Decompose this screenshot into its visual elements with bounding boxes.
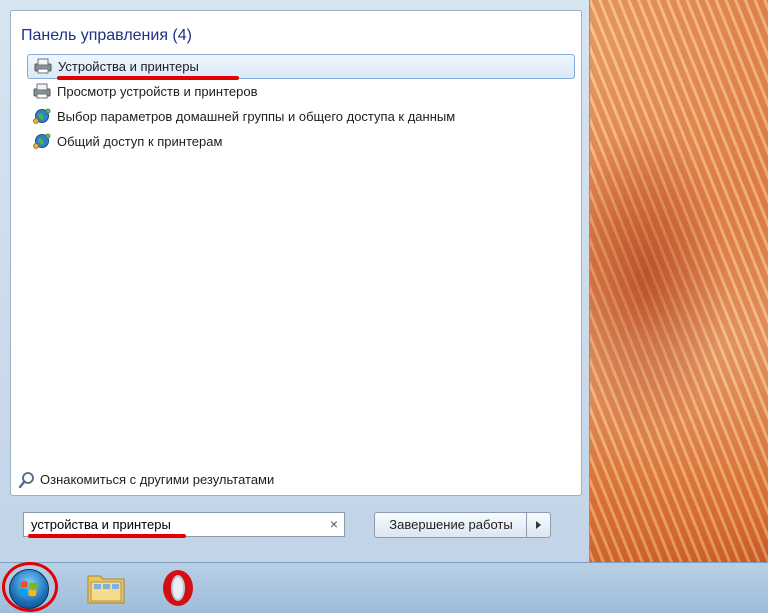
clear-search-icon[interactable]: × — [330, 516, 338, 532]
shutdown-button[interactable]: Завершение работы — [375, 513, 527, 537]
shutdown-options-arrow-icon[interactable] — [526, 513, 550, 537]
devices-printers-icon — [33, 83, 51, 99]
result-label: Выбор параметров домашней группы и общег… — [57, 109, 456, 124]
opera-icon[interactable] — [160, 568, 196, 608]
result-label: Устройства и принтеры — [58, 59, 199, 74]
red-circle-annotation — [2, 562, 58, 612]
shutdown-control: Завершение работы — [374, 512, 551, 538]
red-underline-annotation — [28, 534, 186, 538]
search-input[interactable] — [24, 513, 321, 536]
result-label: Просмотр устройств и принтеров — [57, 84, 258, 99]
network-globe-icon — [33, 108, 51, 124]
search-results-pane: Панель управления (4) Устройства и принт… — [10, 10, 582, 496]
windows-explorer-icon[interactable] — [85, 570, 127, 606]
result-list: Устройства и принтеры Просмотр устройств… — [27, 54, 575, 154]
taskbar — [0, 562, 768, 613]
devices-printers-icon — [34, 58, 52, 74]
see-more-results-label: Ознакомиться с другими результатами — [40, 472, 275, 487]
results-group-title[interactable]: Панель управления (4) — [21, 27, 192, 45]
start-menu: Панель управления (4) Устройства и принт… — [0, 0, 590, 562]
wallpaper-shade — [590, 120, 730, 440]
result-item-devices-printers[interactable]: Устройства и принтеры — [27, 54, 575, 80]
result-item-view-devices[interactable]: Просмотр устройств и принтеров — [27, 79, 575, 104]
result-item-printer-sharing[interactable]: Общий доступ к принтерам — [27, 129, 575, 154]
result-label: Общий доступ к принтерам — [57, 134, 223, 149]
result-item-homegroup[interactable]: Выбор параметров домашней группы и общег… — [27, 104, 575, 129]
network-globe-icon — [33, 133, 51, 149]
search-icon — [18, 472, 34, 489]
see-more-results-link[interactable]: Ознакомиться с другими результатами — [18, 471, 274, 489]
